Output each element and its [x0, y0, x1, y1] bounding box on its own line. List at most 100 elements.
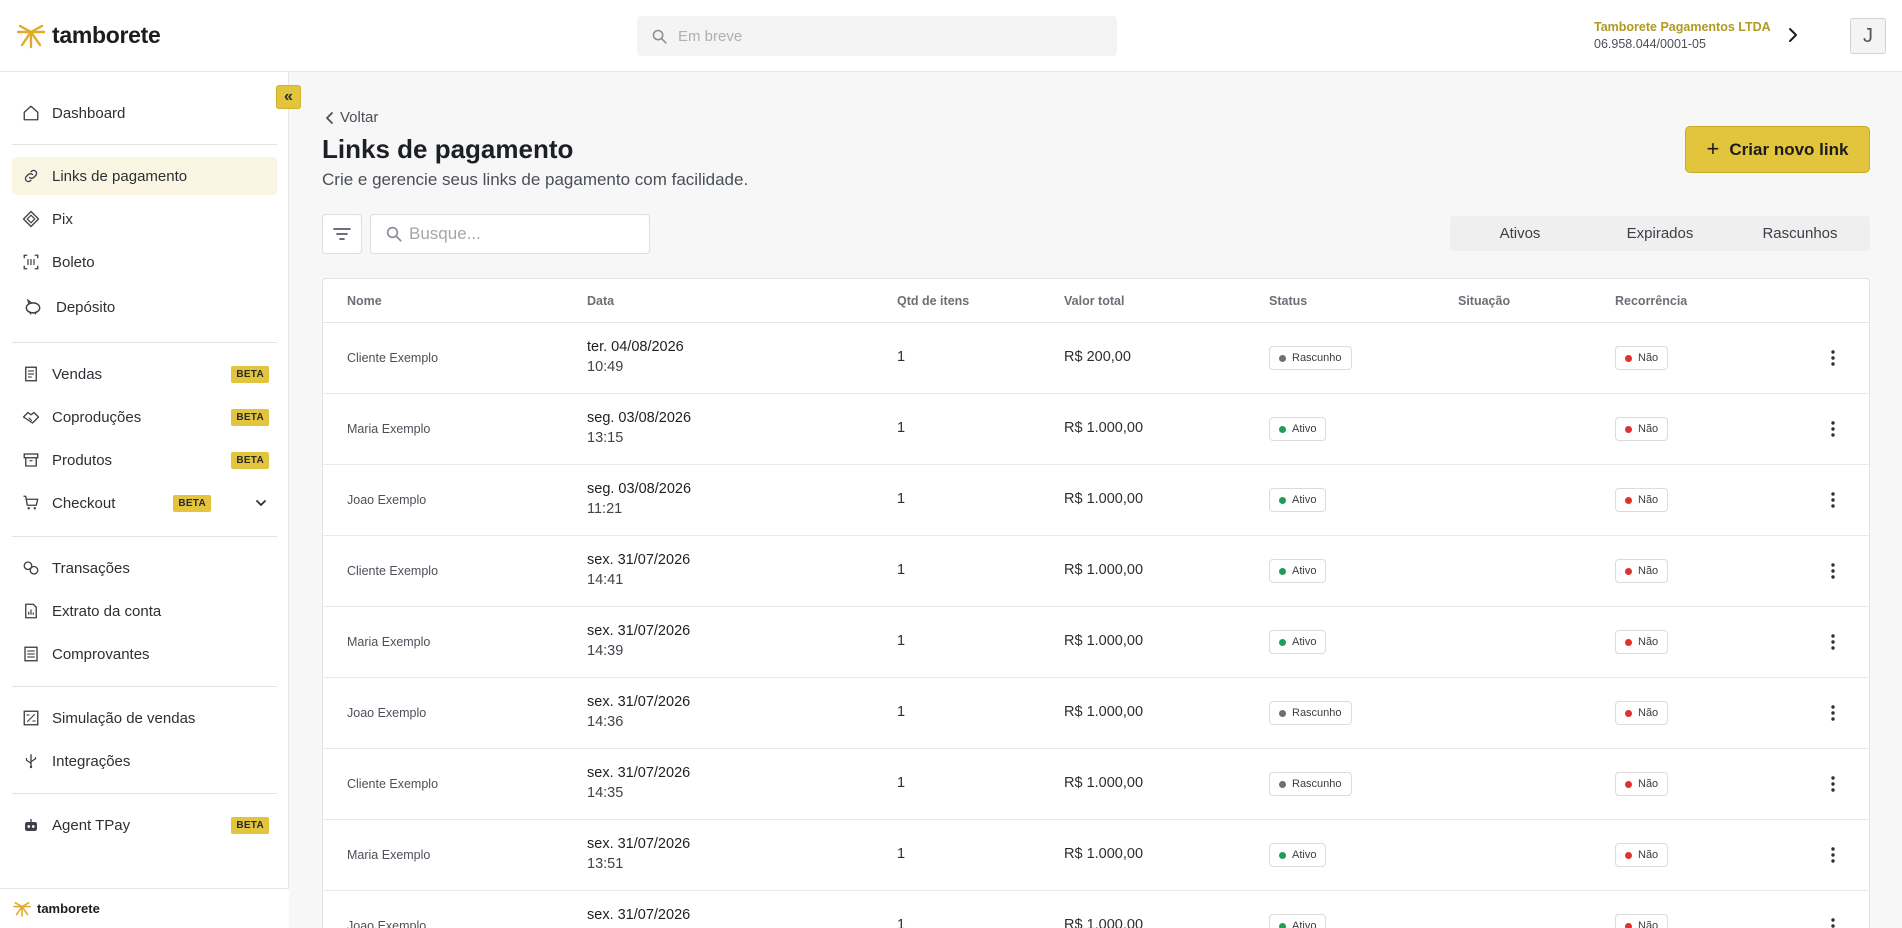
row-actions-button[interactable]: [1823, 489, 1843, 511]
status-label: Ativo: [1292, 920, 1317, 928]
recurrence-dot-icon: [1625, 354, 1632, 362]
sidebar-item-integrations[interactable]: Integrações: [12, 742, 277, 780]
status-label: Rascunho: [1292, 778, 1342, 790]
cell-recurrence: Não: [1615, 914, 1669, 928]
chevron-down-icon[interactable]: [255, 497, 267, 509]
recurrence-label: Não: [1638, 707, 1659, 719]
brand-logo[interactable]: tamborete: [16, 22, 161, 49]
cell-recurrence: Não: [1615, 701, 1669, 725]
table-row[interactable]: Cliente Exemplo sex. 31/07/2026 14:41 1 R$ 1…: [323, 536, 1869, 607]
cell-qty: 1: [897, 704, 906, 720]
recurrence-dot-icon: [1625, 851, 1632, 859]
cell-qty: 1: [897, 491, 906, 507]
table-row[interactable]: Maria Exemplo seg. 03/08/2026 13:15 1 R$ 1.0…: [323, 394, 1869, 465]
sidebar-item-sales[interactable]: Vendas BETA: [12, 355, 277, 393]
cell-date-day: sex. 31/07/2026: [587, 623, 691, 639]
create-link-label: Criar novo link: [1729, 139, 1849, 159]
sidebar-item-dashboard[interactable]: Dashboard: [12, 94, 277, 132]
cell-date-time: 14:35: [587, 785, 624, 801]
status-tabs: Ativos Expirados Rascunhos: [1450, 216, 1870, 251]
cell-qty: 1: [897, 633, 906, 649]
table-row[interactable]: Cliente Exemplo sex. 31/07/2026 14:35 1 R$ 1…: [323, 749, 1869, 820]
cell-total: R$ 1.000,00: [1064, 491, 1144, 507]
sidebar-item-boleto[interactable]: Boleto: [12, 243, 277, 281]
sidebar-item-pix[interactable]: Pix: [12, 200, 277, 238]
recurrence-dot-icon: [1625, 709, 1632, 717]
recurrence-label: Não: [1638, 565, 1659, 577]
row-actions-button[interactable]: [1823, 560, 1843, 582]
row-actions-button[interactable]: [1823, 844, 1843, 866]
table-row[interactable]: Cliente Exemplo ter. 04/08/2026 10:49 1 R$ 2…: [323, 323, 1869, 394]
cell-date: sex. 31/07/202613:45: [587, 907, 690, 928]
table-row[interactable]: Joao Exemplo seg. 03/08/2026 11:21 1 R$ 1.00…: [323, 465, 1869, 536]
table-row[interactable]: Maria Exemplo sex. 31/07/2026 14:39 1 R$ 1.0…: [323, 607, 1869, 678]
page-title: Links de pagamento: [322, 134, 574, 164]
tab-expired[interactable]: Expirados: [1590, 216, 1730, 251]
avatar[interactable]: J: [1850, 18, 1886, 54]
sidebar-item-label: Vendas: [52, 365, 103, 383]
cell-date-time: 13:51: [587, 856, 624, 872]
link-icon: [24, 169, 38, 183]
tab-drafts[interactable]: Rascunhos: [1730, 216, 1870, 251]
footer-logo-text: tamborete: [37, 901, 100, 916]
create-link-button[interactable]: + Criar novo link: [1685, 126, 1870, 173]
sidebar-item-checkout[interactable]: Checkout BETA: [12, 484, 277, 522]
collapse-sidebar-button[interactable]: «: [276, 85, 301, 109]
more-vertical-icon: [1831, 563, 1835, 579]
status-badge: Ativo: [1269, 417, 1327, 441]
row-actions-button[interactable]: [1823, 347, 1843, 369]
global-search[interactable]: [637, 16, 1117, 56]
sidebar-item-agent-tpay[interactable]: Agent TPay BETA: [12, 806, 277, 844]
cell-name: Maria Exemplo: [347, 422, 431, 436]
recurrence-badge: Não: [1615, 417, 1669, 441]
sidebar-item-account-statement[interactable]: Extrato da conta: [12, 592, 277, 630]
status-label: Ativo: [1292, 636, 1317, 648]
status-badge: Ativo: [1269, 843, 1327, 867]
search-icon: [386, 226, 402, 242]
cell-date: sex. 31/07/2026 14:36: [587, 694, 690, 730]
piggy-bank-icon: [25, 298, 41, 315]
cell-date-time: 14:36: [587, 714, 624, 730]
robot-icon: [25, 819, 37, 831]
table-row[interactable]: Maria Exemplo sex. 31/07/2026 13:51 1 R$ 1.0…: [323, 820, 1869, 891]
chevron-right-icon[interactable]: [1786, 26, 1800, 44]
home-icon: [23, 105, 39, 121]
links-search[interactable]: [370, 214, 650, 254]
sidebar-item-sales-simulation[interactable]: Simulação de vendas: [12, 699, 277, 737]
row-actions-button[interactable]: [1823, 631, 1843, 653]
cell-date-day: sex. 31/07/2026: [587, 836, 691, 852]
cell-total: R$ 1.000,00: [1064, 846, 1144, 862]
column-header-total: Valor total: [1064, 294, 1125, 308]
sidebar-item-products[interactable]: Produtos BETA: [12, 441, 277, 479]
cell-status: Ativo: [1269, 630, 1327, 654]
table-row[interactable]: Joao Exemplo sex. 31/07/202613:45 1 R$ 1.00…: [323, 891, 1869, 928]
status-badge: Ativo: [1269, 630, 1327, 654]
status-dot-icon: [1279, 780, 1286, 788]
recurrence-dot-icon: [1625, 567, 1632, 575]
global-search-input[interactable]: [678, 27, 1078, 45]
sidebar-item-coproductions[interactable]: Coproduções BETA: [12, 398, 277, 436]
row-actions-button[interactable]: [1823, 418, 1843, 440]
cell-status: Ativo: [1269, 488, 1327, 512]
row-actions-button[interactable]: [1823, 702, 1843, 724]
document-list-icon: [24, 646, 38, 662]
sidebar-item-transactions[interactable]: Transações: [12, 549, 277, 587]
sidebar-item-payment-links[interactable]: Links de pagamento: [12, 157, 277, 195]
table-row[interactable]: Joao Exemplo sex. 31/07/2026 14:36 1 R$ 1.00…: [323, 678, 1869, 749]
row-actions-button[interactable]: [1823, 915, 1843, 928]
filter-button[interactable]: [322, 214, 362, 254]
tab-active[interactable]: Ativos: [1450, 216, 1590, 251]
cell-total: R$ 1.000,00: [1064, 562, 1144, 578]
chevron-left-icon: [326, 111, 333, 124]
company-switcher[interactable]: Tamborete Pagamentos LTDA 06.958.044/000…: [1594, 20, 1771, 51]
transactions-icon: [23, 561, 39, 575]
more-vertical-icon: [1831, 350, 1835, 366]
cell-recurrence: Não: [1615, 559, 1669, 583]
row-actions-button[interactable]: [1823, 773, 1843, 795]
cell-qty: 1: [897, 562, 906, 578]
sidebar-item-receipts[interactable]: Comprovantes: [12, 635, 277, 673]
sidebar-item-deposit[interactable]: Depósito: [12, 288, 277, 326]
back-link[interactable]: Voltar: [324, 109, 378, 126]
links-search-input[interactable]: [409, 224, 639, 244]
cell-qty: 1: [897, 349, 906, 365]
